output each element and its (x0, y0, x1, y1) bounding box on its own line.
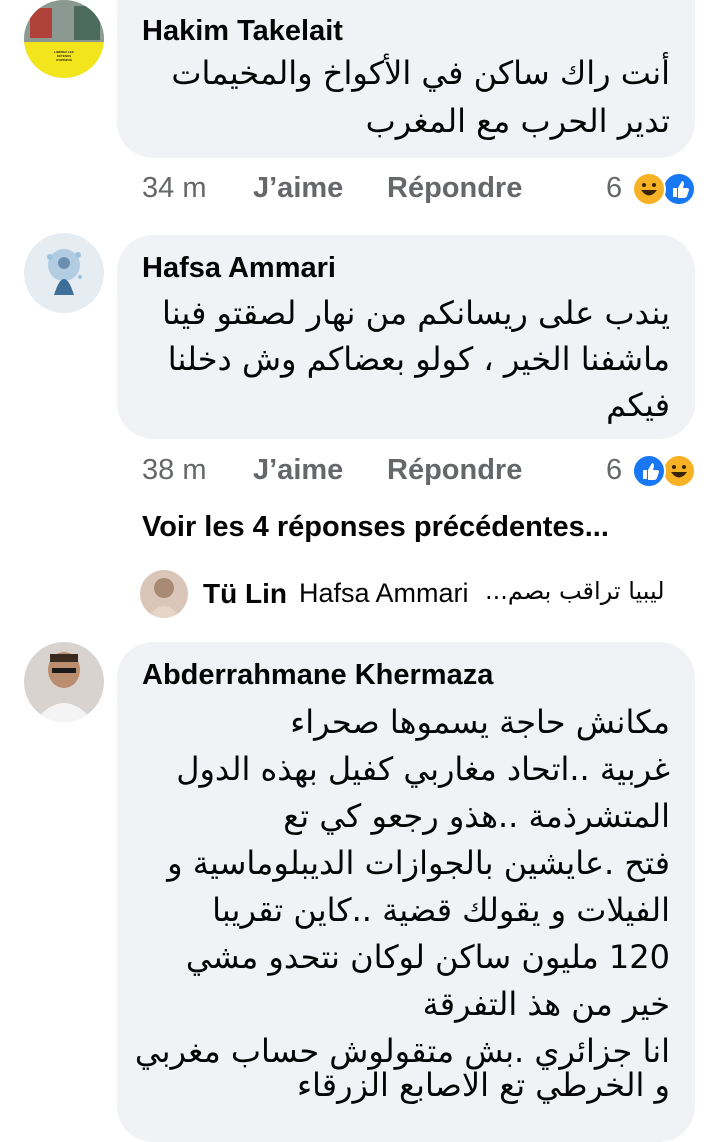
comment-text-line: غربية ..اتحاد مغاربي كفيل بهذه الدول (176, 750, 670, 788)
avatar-caption: LIBÉREZ LES DÉTENUS D'OPINION (54, 50, 74, 62)
comment-author[interactable]: Abderrahmane Khermaza (142, 659, 493, 692)
comment-text-line: أنت راك ساكن في الأكواخ والمخيمات (171, 54, 670, 92)
reply-snippet: ليبيا تراقب بصم... (485, 577, 665, 605)
avatar-image (140, 570, 188, 618)
like-button[interactable]: J’aime (253, 454, 343, 487)
avatar-image (24, 642, 104, 722)
avatar[interactable]: LIBÉREZ LES DÉTENUS D'OPINION (24, 0, 104, 78)
like-icon (662, 172, 696, 206)
comment-text-line: يندب على ريسانكم من نهار لصقتو فينا (162, 294, 670, 332)
comment-text-line: ماشفنا الخير ، كولو بعضاكم وش دخلنا (167, 340, 670, 378)
comment-text-line: و الخرطي تع الاصابع الزرقاء (296, 1066, 670, 1104)
reply-mention[interactable]: Hafsa Ammari (299, 578, 469, 609)
comment-timestamp[interactable]: 34 m (142, 172, 206, 205)
like-button[interactable]: J’aime (253, 172, 343, 205)
reply-button[interactable]: Répondre (387, 454, 522, 487)
comment-text-line: خير من هذ التفرقة (422, 985, 670, 1023)
comment-text-line: مكانش حاجة يسموها صحراء (290, 703, 670, 741)
like-icon (632, 454, 666, 488)
haha-icon (632, 172, 666, 206)
view-previous-replies-link[interactable]: Voir les 4 réponses précédentes... (142, 511, 609, 544)
reply-button[interactable]: Répondre (387, 172, 522, 205)
comment-text-line: 120 مليون ساكن لوكان نتحدو مشي (185, 938, 670, 976)
comment-text-line: فتح .عايشين بالجوازات الديبلوماسية و (167, 844, 670, 882)
comment-author[interactable]: Hafsa Ammari (142, 252, 336, 285)
avatar[interactable] (24, 642, 104, 722)
haha-icon (662, 454, 696, 488)
comment-text-line: المتشرذمة ..هذو رجعو كي تع (283, 797, 670, 835)
reaction-count: 6 (606, 172, 623, 204)
avatar[interactable] (140, 570, 188, 618)
comment-text-line: الفيلات و يقولك قضية ..كاين تقريبا (212, 891, 670, 929)
comment-text-line: فيكم (606, 386, 670, 424)
avatar-image (24, 233, 104, 313)
reaction-count: 6 (606, 454, 623, 486)
reply-author[interactable]: Tü Lin (203, 578, 287, 610)
comment-author[interactable]: Hakim Takelait (142, 15, 343, 48)
avatar[interactable] (24, 233, 104, 313)
comment-timestamp[interactable]: 38 m (142, 454, 206, 487)
avatar-image (24, 0, 104, 78)
comment-text-line: تدير الحرب مع المغرب (365, 102, 670, 140)
